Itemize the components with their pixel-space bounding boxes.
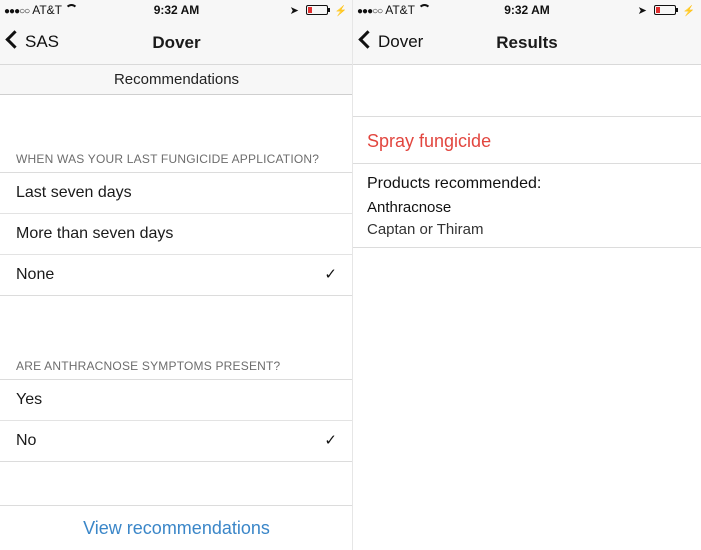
battery-icon — [654, 5, 679, 15]
location-arrow-icon: ➤ — [637, 5, 647, 17]
products-card: Products recommended: Anthracnose Captan… — [353, 163, 701, 248]
section-header-fungicide: WHEN WAS YOUR LAST FUNGICIDE APPLICATION… — [16, 152, 320, 166]
anthracnose-options: Yes No ✓ — [0, 379, 353, 462]
checkmark-icon: ✓ — [324, 266, 337, 283]
nav-title: Dover — [152, 33, 201, 52]
status-bar: ●●●○○ AT&T 9:32 AM ➤ ⚡ — [0, 0, 353, 20]
section-header-anthracnose: ARE ANTHRACNOSE SYMPTOMS PRESENT? — [16, 359, 281, 373]
right-screen: ●●●○○ AT&T 9:32 AM ➤ ⚡ Dover Results Spra… — [353, 0, 701, 550]
result-action: Spray fungicide — [353, 116, 701, 164]
location-arrow-icon: ➤ — [289, 5, 299, 17]
option-none[interactable]: None ✓ — [0, 255, 353, 296]
charging-bolt-icon: ⚡ — [682, 6, 695, 17]
left-screen: ●●●○○ AT&T 9:32 AM ➤ ⚡ SAS Dover Recommen… — [0, 0, 353, 550]
checkmark-icon: ✓ — [324, 432, 337, 449]
navigation-bar: Dover Results — [353, 20, 701, 65]
option-yes[interactable]: Yes — [0, 380, 353, 421]
charging-bolt-icon: ⚡ — [334, 6, 347, 17]
navigation-bar: SAS Dover — [0, 20, 353, 65]
product-name: Captan or Thiram — [367, 221, 484, 238]
battery-icon — [306, 5, 331, 15]
nav-title: Results — [496, 33, 558, 52]
fungicide-options: Last seven days More than seven days Non… — [0, 172, 353, 296]
recommendations-header: Recommendations — [0, 65, 353, 95]
status-bar: ●●●○○ AT&T 9:32 AM ➤ ⚡ — [353, 0, 701, 20]
disease-name: Anthracnose — [367, 199, 452, 216]
products-label: Products recommended: — [367, 175, 542, 192]
option-last-seven-days[interactable]: Last seven days — [0, 173, 353, 214]
option-no[interactable]: No ✓ — [0, 421, 353, 462]
view-recommendations-button[interactable]: View recommendations — [0, 506, 353, 550]
option-more-than-seven-days[interactable]: More than seven days — [0, 214, 353, 255]
